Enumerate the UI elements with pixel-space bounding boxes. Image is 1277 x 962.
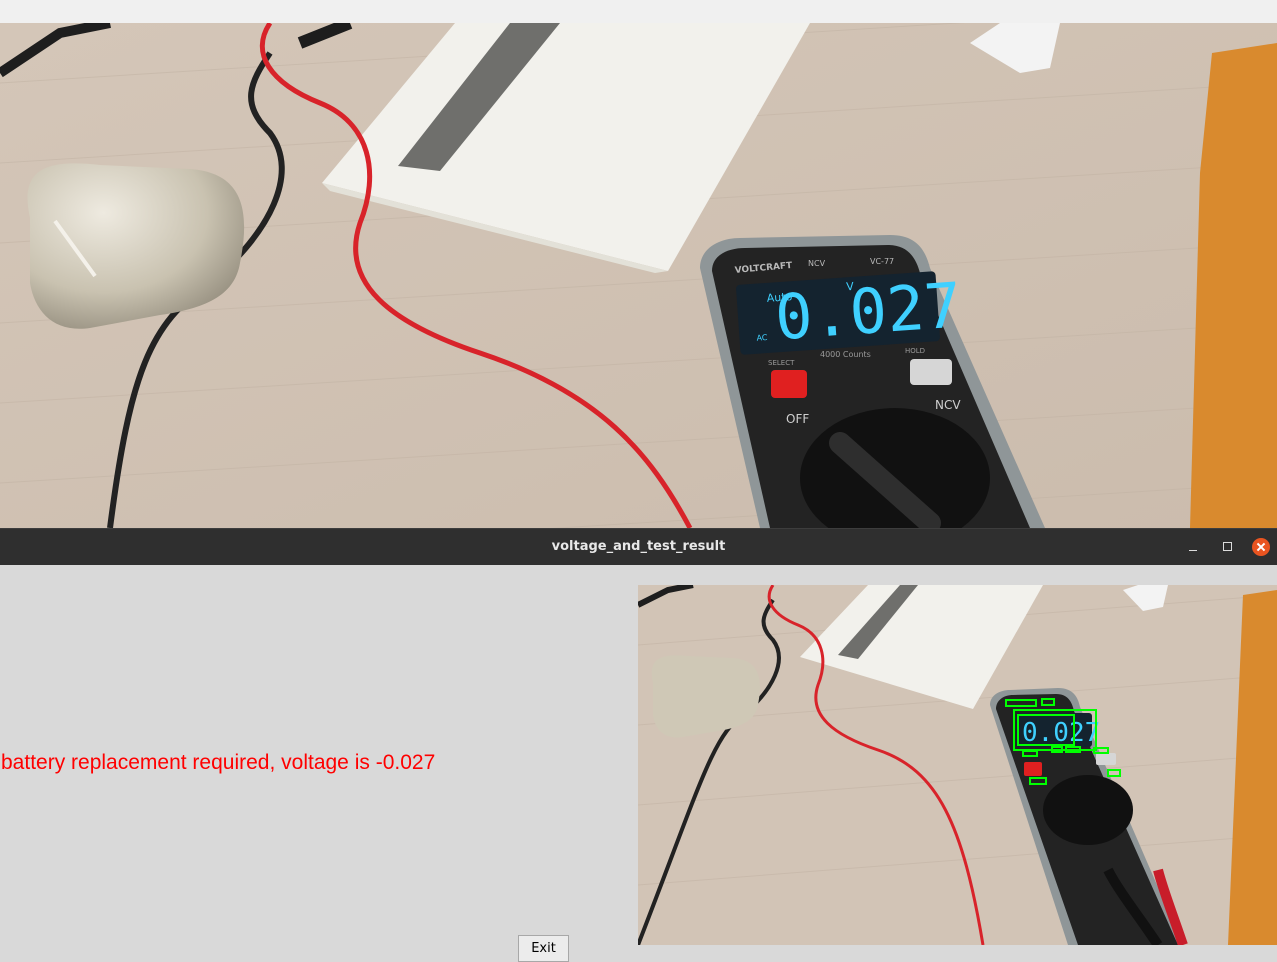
meter-model: VC-77 [870, 257, 894, 266]
camera-photo: 0.027 Auto V AC VOLTCRAFT NCV VC-77 4000… [0, 23, 1277, 528]
annotated-photo: 0.027 [638, 585, 1277, 945]
window-title: voltage_and_test_result [551, 539, 726, 554]
maximize-button[interactable] [1218, 538, 1236, 556]
lcd-unit: V [846, 280, 855, 294]
meter-hold: HOLD [905, 347, 925, 355]
top-strip [0, 0, 1277, 23]
small-lcd-reading: 0.027 [1022, 718, 1100, 748]
dial-ncv-label: NCV [935, 398, 961, 412]
test-result-message: battery replacement required, voltage is… [1, 751, 436, 774]
dial-off-label: OFF [786, 412, 809, 426]
minimize-button[interactable] [1184, 538, 1202, 556]
select-button-red [771, 370, 807, 398]
hold-button-grey [910, 359, 952, 385]
exit-button[interactable]: Exit [518, 935, 569, 962]
window-titlebar: voltage_and_test_result [0, 528, 1277, 565]
window-client-area: battery replacement required, voltage is… [0, 565, 1277, 962]
meter-counts: 4000 Counts [820, 350, 871, 359]
lcd-mode: Auto [766, 290, 793, 305]
close-button[interactable] [1252, 538, 1270, 556]
meter-ncv-top: NCV [808, 259, 826, 268]
camera-frame: 0.027 Auto V AC VOLTCRAFT NCV VC-77 4000… [0, 23, 1277, 528]
lcd-reading: 0.027 [773, 268, 964, 354]
annotated-camera-frame: 0.027 [638, 585, 1277, 945]
lcd-ac: AC [756, 333, 768, 343]
meter-select: SELECT [768, 359, 795, 367]
